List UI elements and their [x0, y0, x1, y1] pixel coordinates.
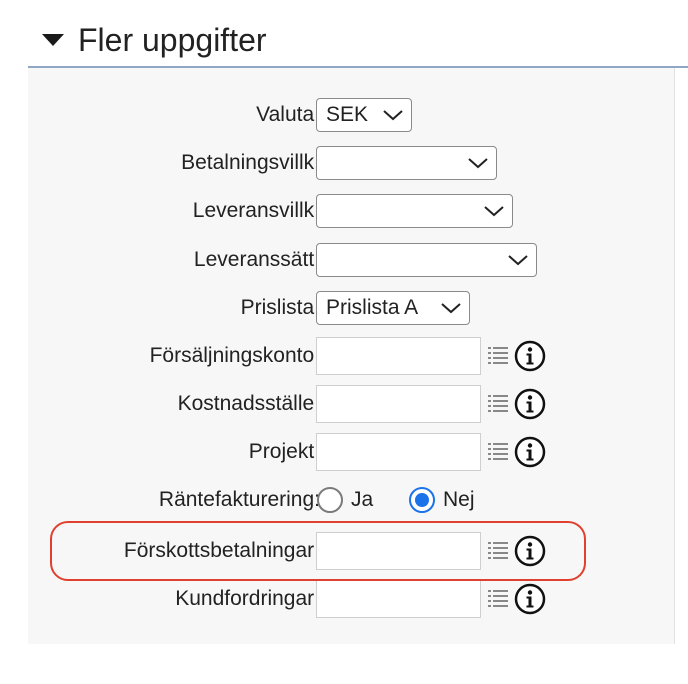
- info-icon[interactable]: [514, 583, 546, 615]
- chevron-down-icon: [441, 303, 461, 314]
- details-panel: Valuta: SEK Betalningsvillk: Leveransvil…: [28, 68, 675, 644]
- label-prislista: Prislista:: [240, 296, 320, 319]
- leveransvillkor-select[interactable]: [316, 194, 513, 228]
- row-forsaljningskonto: Försäljningskonto:: [28, 336, 674, 376]
- row-projekt: Projekt:: [28, 432, 674, 472]
- info-icon[interactable]: [514, 388, 546, 420]
- row-kundfordringar: Kundfordringar:: [28, 579, 674, 619]
- row-betalningsvillkor: Betalningsvillk:: [28, 143, 674, 183]
- valuta-select[interactable]: SEK: [316, 98, 412, 132]
- row-leveransvillkor: Leveransvillk:: [28, 191, 674, 231]
- label-kundfordringar: Kundfordringar:: [175, 587, 320, 610]
- info-icon[interactable]: [514, 535, 546, 567]
- chevron-down-icon: [383, 110, 403, 121]
- betalningsvillkor-select[interactable]: [316, 146, 497, 180]
- label-kostnadsstalle: Kostnadsställe:: [177, 392, 320, 415]
- label-valuta: Valuta:: [256, 103, 320, 126]
- row-forskottsbetalningar: Förskottsbetalningar:: [28, 531, 674, 571]
- info-icon[interactable]: [514, 340, 546, 372]
- radio-nej[interactable]: [409, 487, 435, 513]
- list-icon[interactable]: [488, 346, 508, 364]
- chevron-down-icon: [468, 158, 488, 169]
- list-icon[interactable]: [488, 589, 508, 607]
- list-icon[interactable]: [488, 394, 508, 412]
- label-leveransvillkor: Leveransvillk:: [192, 199, 320, 222]
- kostnadsstalle-input[interactable]: [316, 385, 481, 423]
- label-forskottsbetalningar: Förskottsbetalningar:: [123, 539, 320, 562]
- row-leveranssatt: Leveranssätt:: [28, 240, 674, 280]
- label-forsaljningskonto: Försäljningskonto:: [149, 344, 320, 367]
- chevron-down-icon: [484, 206, 504, 217]
- radio-ja-label[interactable]: Ja: [351, 480, 373, 520]
- row-prislista: Prislista: Prislista A: [28, 288, 674, 328]
- radio-ja[interactable]: [317, 487, 343, 513]
- list-icon[interactable]: [488, 442, 508, 460]
- chevron-down-icon: [508, 255, 528, 266]
- row-rantefakturering: Räntefakturering: Ja Nej: [28, 480, 674, 520]
- section-title: Fler uppgifter: [78, 21, 267, 58]
- row-kostnadsstalle: Kostnadsställe:: [28, 384, 674, 424]
- prislista-select-value: Prislista A: [326, 296, 419, 319]
- label-leveranssatt: Leveranssätt:: [193, 248, 320, 271]
- list-icon[interactable]: [488, 541, 508, 559]
- forsaljningskonto-input[interactable]: [316, 337, 481, 375]
- label-projekt: Projekt:: [248, 440, 320, 463]
- label-rantefakturering: Räntefakturering:: [158, 488, 320, 511]
- projekt-input[interactable]: [316, 433, 481, 471]
- row-valuta: Valuta: SEK: [28, 95, 674, 135]
- leveranssatt-select[interactable]: [316, 243, 537, 277]
- section-header[interactable]: Fler uppgifter: [28, 14, 688, 68]
- kundfordringar-input[interactable]: [316, 580, 481, 618]
- radio-nej-label[interactable]: Nej: [443, 480, 475, 520]
- prislista-select[interactable]: Prislista A: [316, 291, 470, 325]
- valuta-select-value: SEK: [326, 103, 369, 126]
- forskottsbetalningar-input[interactable]: [316, 532, 481, 570]
- info-icon[interactable]: [514, 436, 546, 468]
- caret-down-icon[interactable]: [42, 34, 64, 46]
- label-betalningsvillkor: Betalningsvillk:: [181, 151, 320, 174]
